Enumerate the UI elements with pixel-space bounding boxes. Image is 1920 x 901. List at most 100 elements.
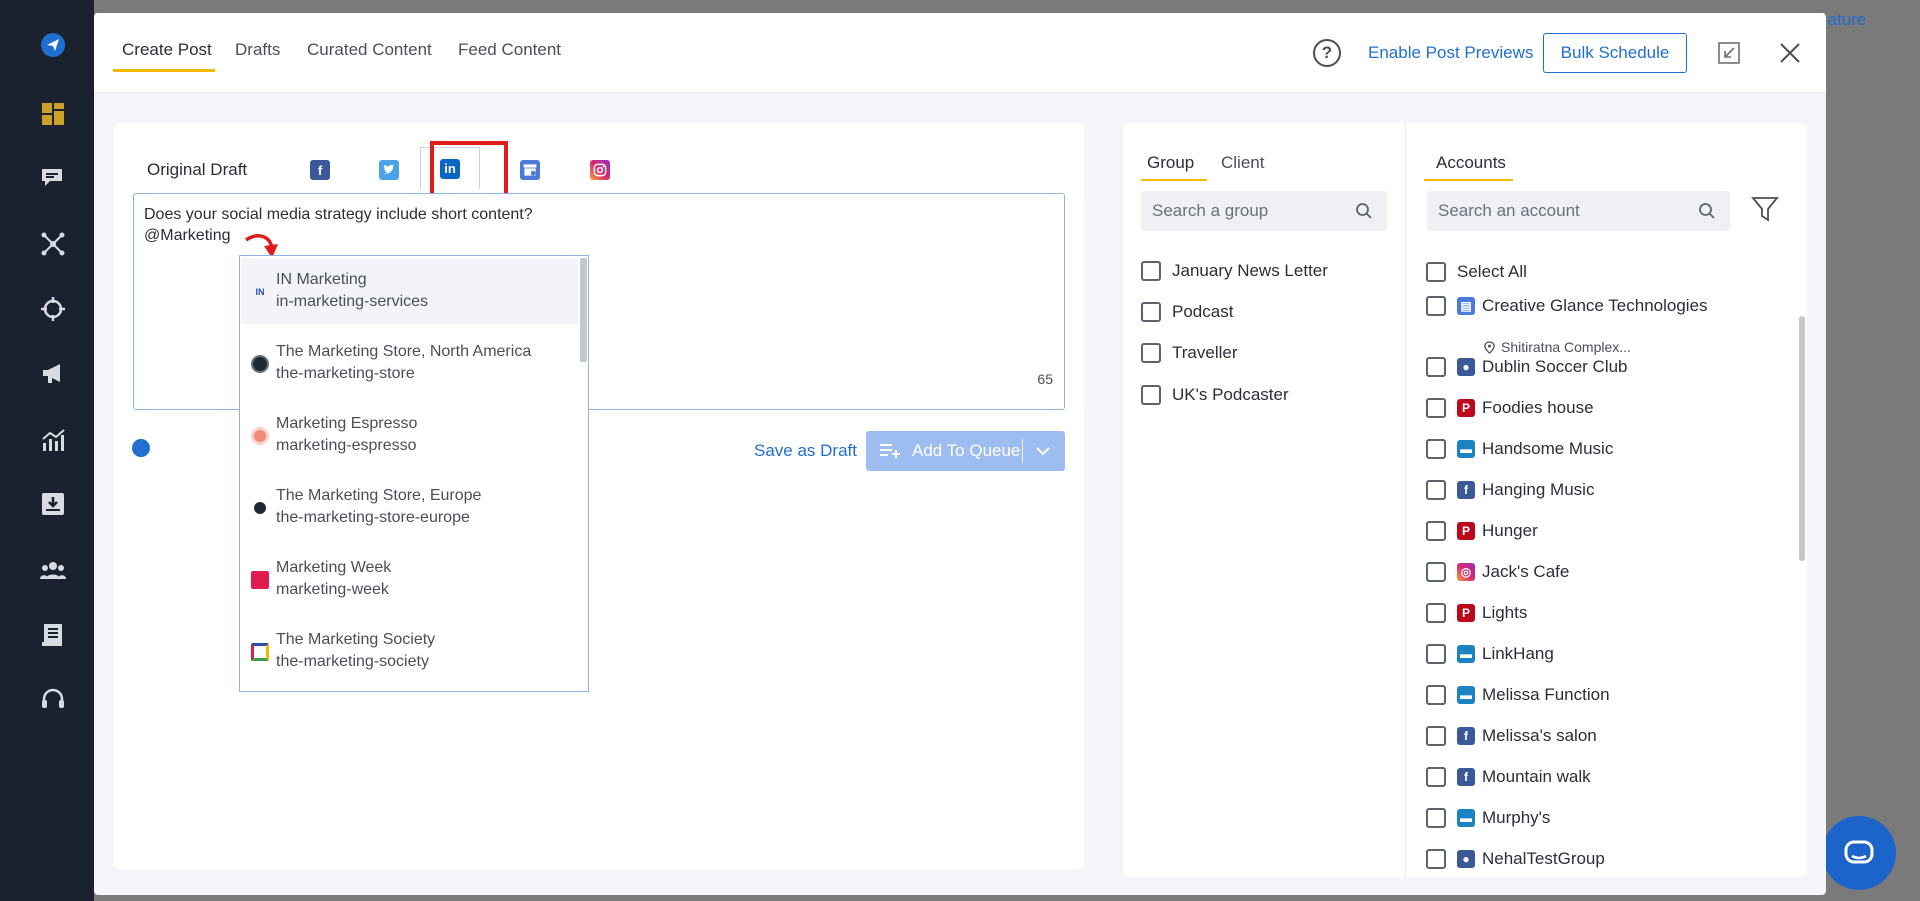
account-label: Dublin Soccer Club (1482, 357, 1628, 376)
group-item[interactable]: Podcast (1141, 302, 1233, 322)
tab-google-business[interactable] (510, 153, 550, 187)
minimize-icon[interactable] (1717, 41, 1741, 65)
instagram-icon: ◎ (1457, 563, 1475, 581)
chat-support-bubble[interactable] (1822, 816, 1896, 890)
mention-name: The Marketing Society (276, 631, 436, 648)
account-item[interactable]: ▬ LinkHang (1426, 644, 1554, 664)
chevron-down-icon[interactable] (1034, 443, 1052, 459)
account-checkbox[interactable] (1426, 685, 1446, 705)
account-checkbox[interactable] (1426, 480, 1446, 500)
account-item[interactable]: P Hunger (1426, 521, 1538, 541)
account-checkbox[interactable] (1426, 439, 1446, 459)
account-item[interactable]: ● Dublin Soccer Club (1426, 357, 1628, 377)
account-checkbox[interactable] (1426, 296, 1446, 316)
first-comment-toggle[interactable] (132, 439, 150, 457)
group-checkbox[interactable] (1141, 261, 1161, 281)
group-item[interactable]: Traveller (1141, 343, 1238, 363)
filter-icon[interactable] (1751, 195, 1779, 223)
select-all-row[interactable]: Select All (1426, 262, 1527, 282)
help-icon[interactable]: ? (1313, 39, 1341, 67)
group-checkbox[interactable] (1141, 302, 1161, 322)
account-label: LinkHang (1482, 644, 1554, 663)
close-icon[interactable] (1778, 41, 1802, 65)
tab-original-draft[interactable]: Original Draft (147, 153, 247, 187)
bulk-schedule-button[interactable]: Bulk Schedule (1543, 33, 1687, 73)
tab-feed-content[interactable]: Feed Content (458, 40, 561, 60)
tab-curated-content[interactable]: Curated Content (307, 40, 432, 60)
group-checkbox[interactable] (1141, 343, 1161, 363)
account-checkbox[interactable] (1426, 808, 1446, 828)
groups-panel: Group Client Search a group January News… (1123, 123, 1406, 877)
account-item[interactable]: P Lights (1426, 603, 1527, 623)
group-item[interactable]: January News Letter (1141, 261, 1328, 281)
search-account-input[interactable]: Search an account (1427, 191, 1730, 231)
account-item[interactable]: ▤ Creative Glance Technologies (1426, 296, 1708, 316)
account-checkbox[interactable] (1426, 849, 1446, 869)
mention-suggestions-dropdown: IN IN Marketing in-marketing-services Th… (239, 255, 589, 692)
save-as-draft-button[interactable]: Save as Draft (754, 441, 857, 461)
enable-post-previews-link[interactable]: Enable Post Previews (1368, 43, 1533, 63)
mention-option[interactable]: Marketing Espresso marketing-espresso (241, 402, 578, 468)
account-item[interactable]: ◎ Jack's Cafe (1426, 562, 1569, 582)
account-checkbox[interactable] (1426, 357, 1446, 377)
mention-option[interactable]: Marketing Week marketing-week (241, 546, 578, 612)
dashboard-icon[interactable] (38, 99, 68, 129)
linkedin-page-icon: ▬ (1457, 809, 1475, 827)
account-item[interactable]: f Melissa's salon (1426, 726, 1597, 746)
dropdown-scrollbar[interactable] (580, 258, 587, 362)
button-divider (1022, 439, 1023, 463)
support-icon[interactable] (38, 685, 68, 715)
account-checkbox[interactable] (1426, 562, 1446, 582)
in-marketing-logo: IN (255, 287, 265, 297)
analytics-icon[interactable] (38, 425, 68, 455)
tab-instagram[interactable] (580, 153, 620, 187)
account-item[interactable]: ▬ Melissa Function (1426, 685, 1610, 705)
add-to-queue-button[interactable]: Add To Queue (866, 431, 1065, 471)
megaphone-icon[interactable] (38, 358, 68, 388)
linkedin-page-icon: ▬ (1457, 440, 1475, 458)
marketing-store-europe-logo (254, 502, 266, 514)
tab-facebook[interactable]: f (300, 153, 340, 187)
account-item[interactable]: f Mountain walk (1426, 767, 1591, 787)
reports-icon[interactable] (38, 620, 68, 650)
facebook-group-icon: ● (1457, 850, 1475, 868)
account-item[interactable]: P Foodies house (1426, 398, 1594, 418)
account-checkbox[interactable] (1426, 644, 1446, 664)
group-label: Podcast (1172, 302, 1234, 321)
network-icon[interactable] (38, 229, 68, 259)
facebook-icon: f (1457, 768, 1475, 786)
account-item[interactable]: ▬ Handsome Music (1426, 439, 1613, 459)
accounts-tab-indicator (1424, 179, 1513, 181)
account-item[interactable]: ▬ Murphy's (1426, 808, 1550, 828)
pinterest-icon: P (1457, 522, 1475, 540)
account-item[interactable]: f Hanging Music (1426, 480, 1594, 500)
chat-icon[interactable] (38, 163, 68, 193)
account-item[interactable]: ● NehalTestGroup (1426, 849, 1605, 869)
tab-group[interactable]: Group (1147, 153, 1194, 173)
mention-option[interactable]: The Marketing Store, Europe the-marketin… (241, 474, 578, 540)
send-icon[interactable] (38, 30, 68, 60)
tab-create-post[interactable]: Create Post (122, 40, 212, 60)
account-checkbox[interactable] (1426, 398, 1446, 418)
group-checkbox[interactable] (1141, 385, 1161, 405)
select-all-checkbox[interactable] (1426, 262, 1446, 282)
mention-option[interactable]: The Marketing Society the-marketing-soci… (241, 618, 578, 684)
download-icon[interactable] (38, 489, 68, 519)
tab-drafts[interactable]: Drafts (235, 40, 280, 60)
account-checkbox[interactable] (1426, 767, 1446, 787)
account-checkbox[interactable] (1426, 726, 1446, 746)
tab-accounts[interactable]: Accounts (1436, 153, 1506, 173)
location-pin-icon (1484, 340, 1495, 354)
tab-twitter[interactable] (369, 153, 409, 187)
team-icon[interactable] (38, 555, 68, 585)
account-checkbox[interactable] (1426, 603, 1446, 623)
mention-option[interactable]: The Marketing Store, North America the-m… (241, 330, 578, 396)
mention-name: Marketing Week (276, 559, 392, 576)
crosshair-icon[interactable] (38, 294, 68, 324)
accounts-scrollbar[interactable] (1799, 316, 1805, 561)
mention-option[interactable]: IN IN Marketing in-marketing-services (241, 258, 578, 324)
search-group-input[interactable]: Search a group (1141, 191, 1387, 231)
account-checkbox[interactable] (1426, 521, 1446, 541)
tab-client[interactable]: Client (1221, 153, 1264, 173)
group-item[interactable]: UK's Podcaster (1141, 385, 1289, 405)
